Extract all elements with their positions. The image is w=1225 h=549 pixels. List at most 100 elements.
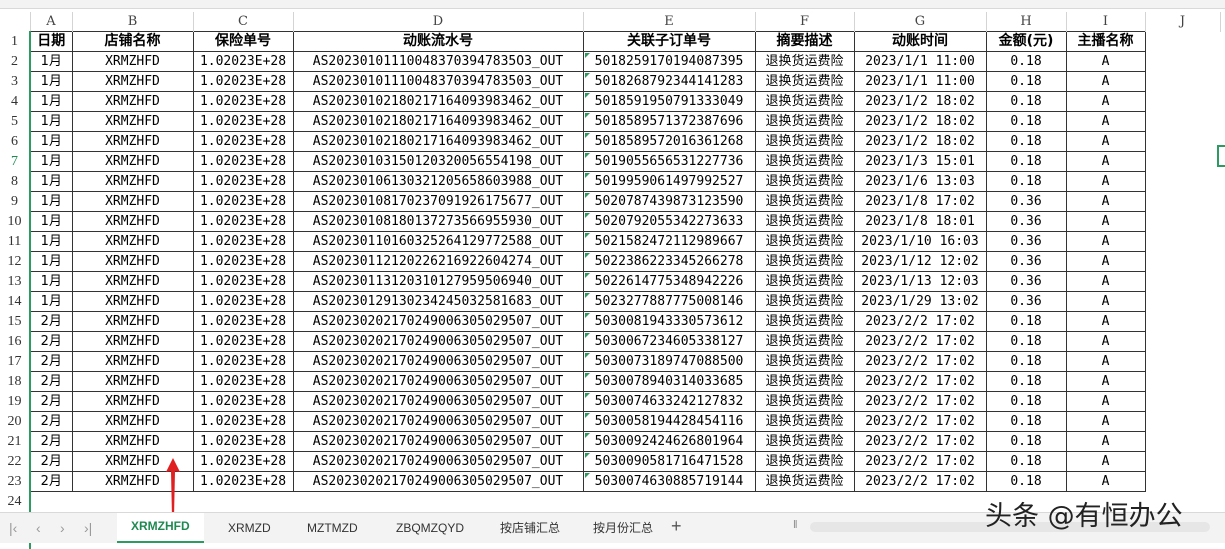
data-cell[interactable]: 0.18 bbox=[985, 151, 1067, 172]
data-cell[interactable]: XRMZHFD bbox=[71, 371, 194, 392]
data-cell[interactable]: 2月 bbox=[29, 471, 73, 492]
data-cell[interactable]: 0.18 bbox=[985, 311, 1067, 332]
row-header[interactable]: 15 bbox=[0, 311, 31, 332]
column-header-c[interactable]: C bbox=[193, 12, 294, 32]
data-cell[interactable]: 2023/1/8 18:01 bbox=[853, 211, 987, 232]
data-cell[interactable]: 2月 bbox=[29, 371, 73, 392]
data-cell[interactable]: 1月 bbox=[29, 71, 73, 92]
data-cell[interactable]: 2023/1/10 16:03 bbox=[853, 231, 987, 252]
data-cell[interactable]: A bbox=[1065, 311, 1146, 332]
data-cell[interactable]: A bbox=[1065, 271, 1146, 292]
data-cell[interactable]: AS20230113120310127959506940_OUT bbox=[292, 271, 584, 292]
data-cell[interactable]: 2023/2/2 17:02 bbox=[853, 351, 987, 372]
data-cell[interactable]: 5018259170194087395 bbox=[582, 51, 756, 72]
data-cell[interactable]: 2023/1/1 11:00 bbox=[853, 71, 987, 92]
row-header[interactable]: 4 bbox=[0, 91, 31, 112]
data-cell[interactable]: AS20230103150120320056554198_OUT bbox=[292, 151, 584, 172]
data-cell[interactable]: 1.02023E+28 bbox=[192, 411, 294, 432]
data-cell[interactable]: 1.02023E+28 bbox=[192, 331, 294, 352]
empty-cell[interactable] bbox=[1145, 412, 1220, 432]
empty-cell[interactable] bbox=[1145, 272, 1220, 292]
header-cell[interactable]: 保险单号 bbox=[192, 31, 294, 52]
data-cell[interactable]: 退换货运费险 bbox=[754, 91, 855, 112]
row-header[interactable]: 21 bbox=[0, 431, 31, 452]
data-cell[interactable]: AS20230202170249006305029507_OUT bbox=[292, 371, 584, 392]
empty-cell[interactable] bbox=[1145, 252, 1220, 272]
data-cell[interactable]: 5020792055342273633 bbox=[582, 211, 756, 232]
data-cell[interactable]: 2023/1/3 15:01 bbox=[853, 151, 987, 172]
data-cell[interactable]: 0.18 bbox=[985, 51, 1067, 72]
data-cell[interactable]: 1月 bbox=[29, 51, 73, 72]
data-cell[interactable]: 1.02023E+28 bbox=[192, 191, 294, 212]
data-cell[interactable]: AS20230202170249006305029507_OUT bbox=[292, 351, 584, 372]
data-cell[interactable]: AS20230102180217164093983462_OUT bbox=[292, 91, 584, 112]
row-header[interactable]: 10 bbox=[0, 211, 31, 232]
row-header[interactable]: 2 bbox=[0, 51, 31, 72]
data-cell[interactable]: 2023/1/2 18:02 bbox=[853, 131, 987, 152]
row-header[interactable]: 8 bbox=[0, 171, 31, 192]
data-cell[interactable]: XRMZHFD bbox=[71, 91, 194, 112]
data-cell[interactable]: XRMZHFD bbox=[71, 211, 194, 232]
data-cell[interactable]: 1月 bbox=[29, 231, 73, 252]
data-cell[interactable]: 5030090581716471528 bbox=[582, 451, 756, 472]
data-cell[interactable]: A bbox=[1065, 371, 1146, 392]
data-cell[interactable]: A bbox=[1065, 331, 1146, 352]
data-cell[interactable]: 2月 bbox=[29, 331, 73, 352]
column-header-h[interactable]: H bbox=[986, 12, 1067, 32]
data-cell[interactable]: XRMZHFD bbox=[71, 271, 194, 292]
data-cell[interactable]: 1.02023E+28 bbox=[192, 111, 294, 132]
empty-cell[interactable] bbox=[1145, 212, 1220, 232]
data-cell[interactable]: 1.02023E+28 bbox=[192, 131, 294, 152]
row-header[interactable]: 19 bbox=[0, 391, 31, 412]
data-cell[interactable]: XRMZHFD bbox=[71, 351, 194, 372]
data-cell[interactable]: 1月 bbox=[29, 171, 73, 192]
empty-cell[interactable] bbox=[1145, 312, 1220, 332]
data-cell[interactable]: 退换货运费险 bbox=[754, 151, 855, 172]
data-cell[interactable]: AS20230202170249006305029507_OUT bbox=[292, 411, 584, 432]
data-cell[interactable]: 1.02023E+28 bbox=[192, 231, 294, 252]
data-cell[interactable]: 5030067234605338127 bbox=[582, 331, 756, 352]
data-cell[interactable]: 退换货运费险 bbox=[754, 191, 855, 212]
data-cell[interactable]: A bbox=[1065, 131, 1146, 152]
data-cell[interactable]: 退换货运费险 bbox=[754, 231, 855, 252]
data-cell[interactable]: 0.18 bbox=[985, 331, 1067, 352]
data-cell[interactable]: 1.02023E+28 bbox=[192, 451, 294, 472]
data-cell[interactable]: 1.02023E+28 bbox=[192, 251, 294, 272]
data-cell[interactable]: 退换货运费险 bbox=[754, 391, 855, 412]
row-header[interactable]: 7 bbox=[0, 151, 31, 172]
row-header[interactable]: 17 bbox=[0, 351, 31, 372]
data-cell[interactable]: 0.18 bbox=[985, 111, 1067, 132]
data-cell[interactable]: 1月 bbox=[29, 91, 73, 112]
data-cell[interactable]: 0.36 bbox=[985, 211, 1067, 232]
data-cell[interactable]: 2023/2/2 17:02 bbox=[853, 371, 987, 392]
data-cell[interactable]: 1.02023E+28 bbox=[192, 91, 294, 112]
data-cell[interactable]: XRMZHFD bbox=[71, 51, 194, 72]
data-cell[interactable]: 2023/2/2 17:02 bbox=[853, 391, 987, 412]
data-cell[interactable]: XRMZHFD bbox=[71, 71, 194, 92]
data-cell[interactable]: 1月 bbox=[29, 111, 73, 132]
data-cell[interactable]: 1月 bbox=[29, 131, 73, 152]
data-cell[interactable]: A bbox=[1065, 251, 1146, 272]
data-cell[interactable]: XRMZHFD bbox=[71, 411, 194, 432]
data-cell[interactable]: 0.18 bbox=[985, 131, 1067, 152]
sheet-tab-xrmzhfd[interactable]: XRMZHFD bbox=[117, 513, 204, 543]
data-cell[interactable]: AS20230202170249006305029507_OUT bbox=[292, 331, 584, 352]
data-cell[interactable]: 2023/1/1 11:00 bbox=[853, 51, 987, 72]
row-header[interactable]: 22 bbox=[0, 451, 31, 472]
data-cell[interactable]: XRMZHFD bbox=[71, 251, 194, 272]
data-cell[interactable]: 退换货运费险 bbox=[754, 451, 855, 472]
data-cell[interactable]: 0.18 bbox=[985, 391, 1067, 412]
empty-cell[interactable] bbox=[293, 492, 583, 512]
data-cell[interactable]: A bbox=[1065, 231, 1146, 252]
data-cell[interactable]: 1.02023E+28 bbox=[192, 171, 294, 192]
data-cell[interactable]: AS20230202170249006305029507_OUT bbox=[292, 431, 584, 452]
add-sheet-icon[interactable]: + bbox=[671, 516, 682, 537]
data-cell[interactable]: 2023/1/13 12:03 bbox=[853, 271, 987, 292]
data-cell[interactable]: 5018268792344141283 bbox=[582, 71, 756, 92]
data-cell[interactable]: AS20230202170249006305029507_OUT bbox=[292, 311, 584, 332]
empty-cell[interactable] bbox=[30, 492, 72, 512]
empty-cell[interactable] bbox=[1145, 152, 1220, 172]
data-cell[interactable]: 0.18 bbox=[985, 91, 1067, 112]
row-header[interactable]: 23 bbox=[0, 471, 31, 492]
column-header-f[interactable]: F bbox=[755, 12, 855, 32]
